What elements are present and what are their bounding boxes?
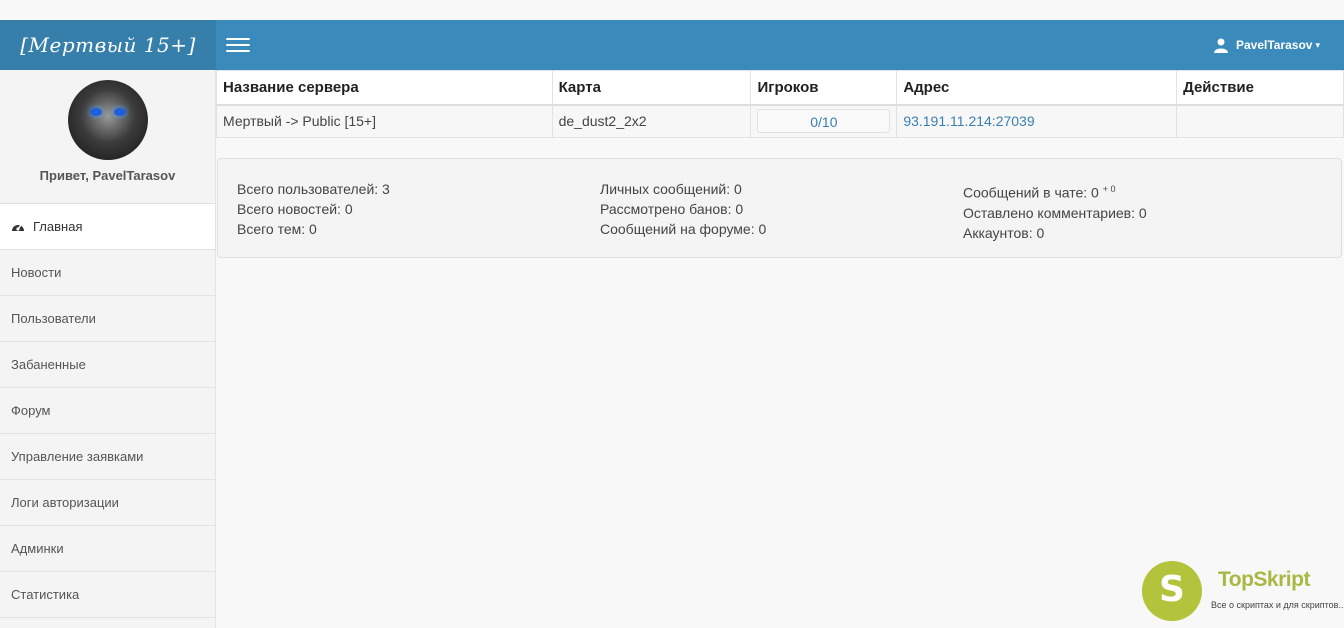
sidebar-item-statistics[interactable]: Статистика xyxy=(0,571,215,617)
stat-private-messages: Личных сообщений: 0 xyxy=(600,181,742,197)
stats-column-1: Всего пользователей: 3 Всего новостей: 0… xyxy=(237,179,600,243)
sidebar-nav: Главная Новости Пользователи Забаненные … xyxy=(0,203,215,618)
table-header-row: Название сервера Карта Игроков Адрес Дей… xyxy=(216,70,1344,106)
sidebar-item-label: Логи авторизации xyxy=(11,495,119,510)
servers-table: Название сервера Карта Игроков Адрес Дей… xyxy=(216,70,1344,138)
watermark-subtitle: Все о скриптах и для скриптов... xyxy=(1211,600,1344,610)
topskript-watermark: S TopSkript Все о скриптах и для скрипто… xyxy=(1142,560,1344,622)
sidebar-item-label: Новости xyxy=(11,265,62,280)
column-header-server-name: Название сервера xyxy=(216,70,553,106)
players-count: 0/10 xyxy=(757,109,891,134)
stat-chat-messages: Сообщений в чате: 0 + 0 xyxy=(963,179,1326,203)
map-cell: de_dust2_2x2 xyxy=(551,104,752,138)
stat-chat-messages-text: Сообщений в чате: 0 xyxy=(963,184,1099,201)
top-gap xyxy=(0,0,1344,20)
stat-total-news: Всего новостей: 0 xyxy=(237,201,353,217)
chevron-down-icon: ▾ xyxy=(1315,39,1320,50)
sidebar-item-news[interactable]: Новости xyxy=(0,249,215,295)
server-name-cell: Мертвый -> Public [15+] xyxy=(216,104,553,138)
sidebar: Привет, PavelTarasov Главная Новости Пол… xyxy=(0,70,216,628)
address-cell: 93.191.11.214:27039 xyxy=(896,104,1178,138)
sidebar-item-label: Пользователи xyxy=(11,311,96,326)
table-row: Мертвый -> Public [15+] de_dust2_2x2 0/1… xyxy=(216,104,1344,138)
hamburger-menu-icon[interactable] xyxy=(226,35,250,55)
sidebar-item-auth-logs[interactable]: Логи авторизации xyxy=(0,479,215,525)
sidebar-item-label: Главная xyxy=(33,219,83,234)
stats-panel: Всего пользователей: 3 Всего новостей: 0… xyxy=(217,158,1342,258)
stat-forum-messages: Сообщений на форуме: 0 xyxy=(600,221,767,237)
column-header-map: Карта xyxy=(551,70,752,106)
server-address-link[interactable]: 93.191.11.214:27039 xyxy=(903,113,1034,129)
topskript-logo-icon: S xyxy=(1142,561,1202,621)
stat-chat-messages-delta: + 0 xyxy=(1102,184,1116,194)
sidebar-item-label: Забаненные xyxy=(11,357,86,372)
sidebar-item-admins[interactable]: Админки xyxy=(0,525,215,571)
sidebar-item-forum[interactable]: Форум xyxy=(0,387,215,433)
greeting-text: Привет, PavelTarasov xyxy=(39,168,176,183)
dashboard-icon xyxy=(12,224,24,231)
stat-total-users: Всего пользователей: 3 xyxy=(237,181,390,197)
sidebar-item-label: Форум xyxy=(11,403,51,418)
username-label: PavelTarasov xyxy=(1235,38,1313,52)
stat-reviewed-bans: Рассмотрено банов: 0 xyxy=(600,201,744,217)
stat-accounts: Аккаунтов: 0 xyxy=(963,224,1045,241)
column-header-address: Адрес xyxy=(896,70,1178,106)
sidebar-item-label: Админки xyxy=(11,541,64,556)
sidebar-item-label: Статистика xyxy=(11,587,80,602)
sidebar-item-banned[interactable]: Забаненные xyxy=(0,341,215,387)
avatar xyxy=(67,80,148,160)
stats-column-3: Сообщений в чате: 0 + 0 Оставлено коммен… xyxy=(963,179,1326,243)
brand-logo[interactable]: [Мертвый 15+] xyxy=(0,20,216,70)
action-cell xyxy=(1176,104,1344,138)
sidebar-item-users[interactable]: Пользователи xyxy=(0,295,215,341)
stat-comments: Оставлено комментариев: 0 xyxy=(963,204,1147,221)
sidebar-item-requests[interactable]: Управление заявками xyxy=(0,433,215,479)
watermark-title: TopSkript xyxy=(1218,568,1310,591)
stat-total-topics: Всего тем: 0 xyxy=(237,221,317,237)
user-profile: Привет, PavelTarasov xyxy=(0,70,215,203)
column-header-action: Действие xyxy=(1176,70,1344,106)
user-dropdown[interactable]: PavelTarasov ▾ xyxy=(1213,20,1320,70)
user-icon xyxy=(1213,38,1228,53)
column-header-players: Игроков xyxy=(750,70,898,106)
players-cell: 0/10 xyxy=(750,104,898,138)
stats-column-2: Личных сообщений: 0 Рассмотрено банов: 0… xyxy=(600,179,963,243)
top-navbar: [Мертвый 15+] PavelTarasov ▾ xyxy=(0,20,1344,70)
sidebar-item-label: Управление заявками xyxy=(11,449,144,464)
sidebar-item-home[interactable]: Главная xyxy=(0,203,215,249)
